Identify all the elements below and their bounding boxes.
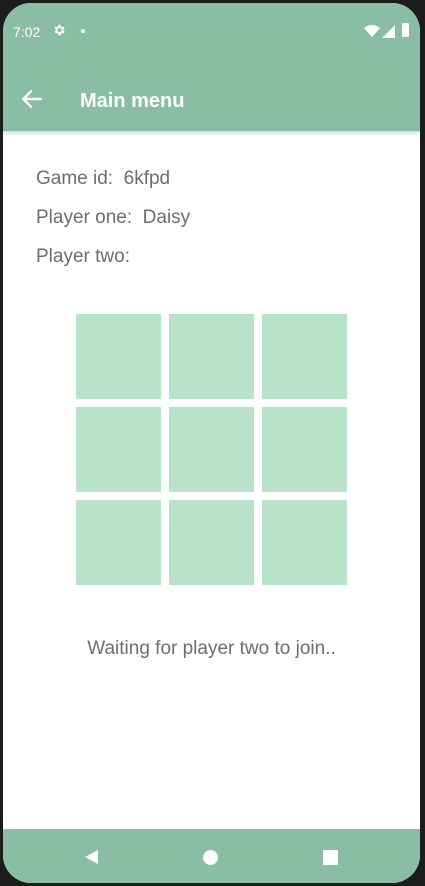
nav-back-icon[interactable]	[83, 849, 99, 865]
battery-icon	[402, 23, 409, 37]
phone-screen: 7:02 Main menu Game id: 6kfpd Player one…	[3, 3, 420, 883]
board-cell-1[interactable]	[76, 314, 161, 399]
board-cell-7[interactable]	[76, 500, 161, 585]
system-nav-bar	[3, 829, 420, 883]
gear-icon	[54, 24, 65, 36]
page-title: Main menu	[80, 90, 185, 112]
board-cell-8[interactable]	[169, 500, 254, 585]
board-cell-3[interactable]	[262, 314, 347, 399]
status-bar: 7:02	[3, 3, 420, 57]
notification-dot-icon	[81, 29, 85, 33]
wifi-icon	[364, 25, 380, 37]
board-cell-5[interactable]	[169, 407, 254, 492]
board-cell-6[interactable]	[262, 407, 347, 492]
waiting-message: Waiting for player two to join..	[87, 638, 336, 659]
status-time: 7:02	[13, 24, 41, 40]
player-two-label: Player two:	[36, 246, 136, 267]
app-bar: Main menu	[3, 57, 420, 131]
player-one-label: Player one: Daisy	[36, 207, 191, 228]
nav-home-icon[interactable]	[203, 850, 218, 865]
board-cell-9[interactable]	[262, 500, 347, 585]
game-board	[76, 314, 347, 585]
board-cell-4[interactable]	[76, 407, 161, 492]
arrow-left-icon[interactable]	[19, 86, 45, 112]
board-cell-2[interactable]	[169, 314, 254, 399]
game-id-label: Game id: 6kfpd	[36, 168, 171, 189]
cell-signal-icon	[382, 25, 395, 38]
nav-recents-icon[interactable]	[323, 850, 338, 865]
